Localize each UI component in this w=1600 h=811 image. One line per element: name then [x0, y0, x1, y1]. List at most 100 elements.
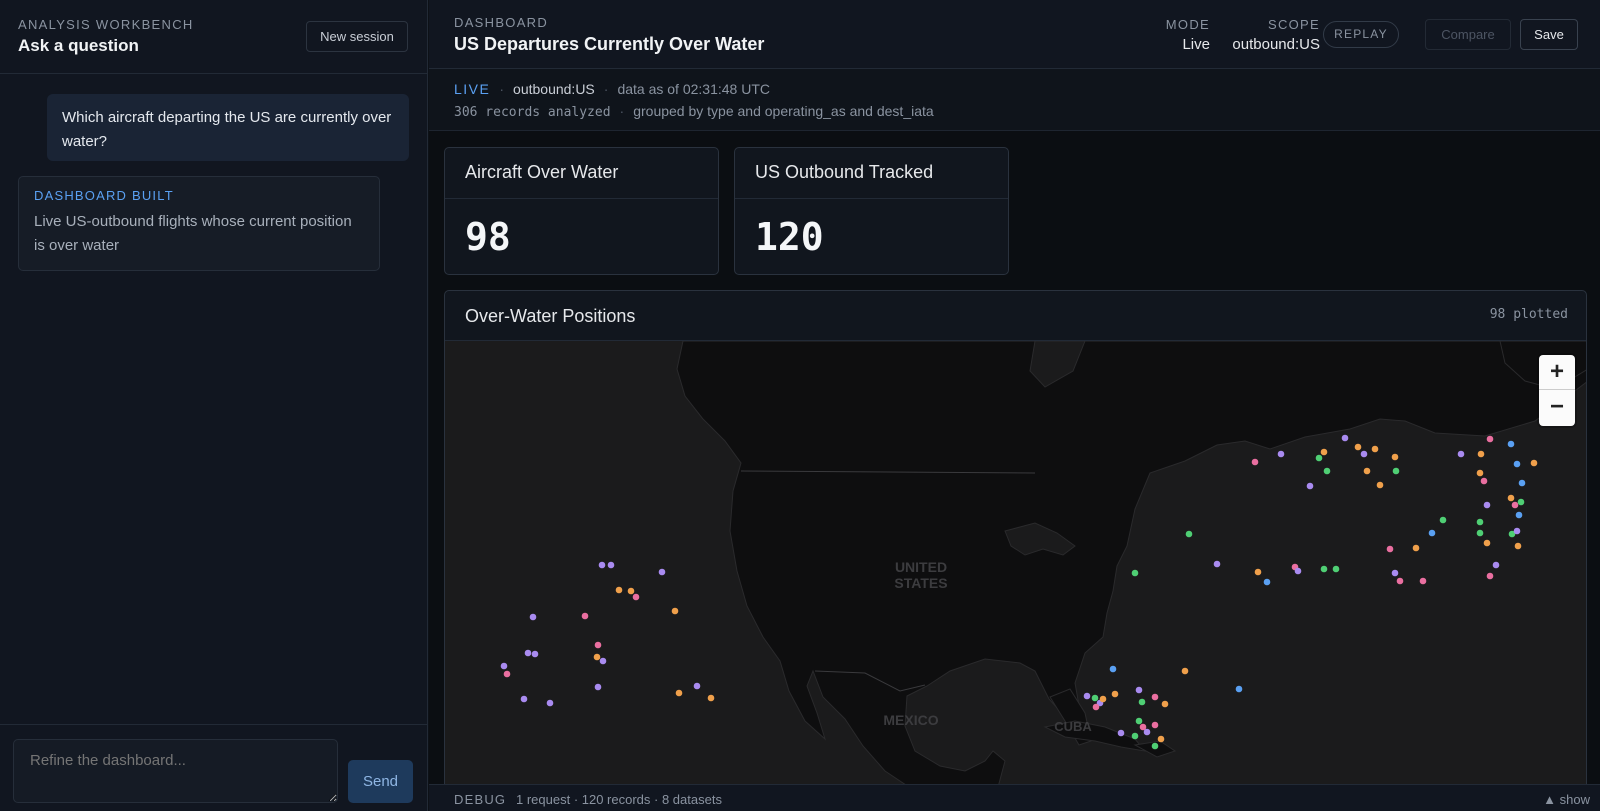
- aircraft-point[interactable]: [1151, 693, 1159, 701]
- aircraft-point[interactable]: [1354, 443, 1362, 451]
- aircraft-point[interactable]: [1315, 454, 1323, 462]
- aircraft-point[interactable]: [529, 613, 537, 621]
- aircraft-point[interactable]: [1320, 565, 1328, 573]
- aircraft-point[interactable]: [1391, 569, 1399, 577]
- aircraft-point[interactable]: [1151, 721, 1159, 729]
- aircraft-point[interactable]: [1492, 561, 1500, 569]
- aircraft-point[interactable]: [1151, 742, 1159, 750]
- aircraft-point[interactable]: [1235, 685, 1243, 693]
- aircraft-point[interactable]: [1517, 498, 1525, 506]
- aircraft-point[interactable]: [1213, 560, 1221, 568]
- aircraft-point[interactable]: [1371, 445, 1379, 453]
- aircraft-point[interactable]: [615, 586, 623, 594]
- aircraft-point[interactable]: [531, 650, 539, 658]
- aircraft-point[interactable]: [632, 593, 640, 601]
- aircraft-point[interactable]: [1320, 448, 1328, 456]
- aircraft-point[interactable]: [1138, 698, 1146, 706]
- new-session-button[interactable]: New session: [306, 21, 408, 52]
- aircraft-point[interactable]: [1143, 728, 1151, 736]
- aircraft-point[interactable]: [1513, 527, 1521, 535]
- aircraft-point[interactable]: [1386, 545, 1394, 553]
- aircraft-point[interactable]: [1392, 467, 1400, 475]
- aircraft-point[interactable]: [524, 649, 532, 657]
- refine-input[interactable]: [13, 739, 338, 803]
- aircraft-point[interactable]: [1483, 501, 1491, 509]
- aircraft-point[interactable]: [1181, 667, 1189, 675]
- aircraft-point[interactable]: [1251, 458, 1259, 466]
- aircraft-point[interactable]: [1332, 565, 1340, 573]
- save-button[interactable]: Save: [1520, 19, 1578, 50]
- aircraft-point[interactable]: [1083, 692, 1091, 700]
- aircraft-point[interactable]: [581, 612, 589, 620]
- aircraft-point[interactable]: [1419, 577, 1427, 585]
- aircraft-point[interactable]: [1131, 569, 1139, 577]
- aircraft-point[interactable]: [1135, 717, 1143, 725]
- zoom-in-button[interactable]: +: [1539, 355, 1575, 390]
- aircraft-point[interactable]: [1476, 529, 1484, 537]
- aircraft-point[interactable]: [658, 568, 666, 576]
- aircraft-point[interactable]: [1476, 518, 1484, 526]
- aircraft-point[interactable]: [1480, 477, 1488, 485]
- aircraft-point[interactable]: [520, 695, 528, 703]
- aircraft-point[interactable]: [598, 561, 606, 569]
- aircraft-point[interactable]: [1439, 516, 1447, 524]
- aircraft-point[interactable]: [1514, 542, 1522, 550]
- aircraft-point[interactable]: [1457, 450, 1465, 458]
- aircraft-point[interactable]: [1483, 539, 1491, 547]
- aircraft-point[interactable]: [594, 683, 602, 691]
- aircraft-point[interactable]: [1117, 729, 1125, 737]
- aircraft-point[interactable]: [1428, 529, 1436, 537]
- aircraft-point[interactable]: [1306, 482, 1314, 490]
- aircraft-point[interactable]: [671, 607, 679, 615]
- aircraft-point[interactable]: [627, 587, 635, 595]
- aircraft-point[interactable]: [1376, 481, 1384, 489]
- aircraft-point[interactable]: [1099, 695, 1107, 703]
- aircraft-point[interactable]: [1396, 577, 1404, 585]
- aircraft-point[interactable]: [1515, 511, 1523, 519]
- aircraft-point[interactable]: [675, 689, 683, 697]
- aircraft-point[interactable]: [503, 670, 511, 678]
- aircraft-point[interactable]: [1109, 665, 1117, 673]
- aircraft-point[interactable]: [1511, 501, 1519, 509]
- aircraft-point[interactable]: [1412, 544, 1420, 552]
- aircraft-point[interactable]: [1092, 703, 1100, 711]
- aircraft-point[interactable]: [1513, 460, 1521, 468]
- aircraft-point[interactable]: [1277, 450, 1285, 458]
- zoom-out-button[interactable]: −: [1539, 390, 1575, 425]
- aircraft-point[interactable]: [1360, 450, 1368, 458]
- aircraft-point[interactable]: [1518, 479, 1526, 487]
- aircraft-point[interactable]: [546, 699, 554, 707]
- aircraft-point[interactable]: [1323, 467, 1331, 475]
- replay-toggle[interactable]: REPLAY: [1323, 21, 1399, 48]
- aircraft-point[interactable]: [1135, 686, 1143, 694]
- aircraft-point[interactable]: [1185, 530, 1193, 538]
- aircraft-point[interactable]: [1391, 453, 1399, 461]
- aircraft-point[interactable]: [1363, 467, 1371, 475]
- map-canvas[interactable]: UNITED STATES MEXICO CUBA + −: [445, 340, 1586, 789]
- aircraft-point[interactable]: [1157, 735, 1165, 743]
- compare-button[interactable]: Compare: [1425, 19, 1511, 50]
- aircraft-point[interactable]: [500, 662, 508, 670]
- aircraft-point[interactable]: [593, 653, 601, 661]
- aircraft-point[interactable]: [594, 641, 602, 649]
- aircraft-point[interactable]: [1507, 494, 1515, 502]
- aircraft-point[interactable]: [693, 682, 701, 690]
- dashboard-built-card[interactable]: DASHBOARD BUILT Live US-outbound flights…: [18, 176, 380, 271]
- send-button[interactable]: Send: [348, 760, 413, 803]
- aircraft-point[interactable]: [1254, 568, 1262, 576]
- aircraft-point[interactable]: [1131, 732, 1139, 740]
- aircraft-point[interactable]: [1477, 450, 1485, 458]
- aircraft-point[interactable]: [1486, 572, 1494, 580]
- aircraft-point[interactable]: [1294, 567, 1302, 575]
- aircraft-point[interactable]: [599, 657, 607, 665]
- aircraft-point[interactable]: [1161, 700, 1169, 708]
- aircraft-point[interactable]: [1530, 459, 1538, 467]
- aircraft-point[interactable]: [1486, 435, 1494, 443]
- aircraft-point[interactable]: [1263, 578, 1271, 586]
- debug-show-toggle[interactable]: ▲ show: [1543, 792, 1590, 807]
- aircraft-point[interactable]: [607, 561, 615, 569]
- aircraft-point[interactable]: [1476, 469, 1484, 477]
- aircraft-point[interactable]: [707, 694, 715, 702]
- aircraft-point[interactable]: [1507, 440, 1515, 448]
- aircraft-point[interactable]: [1091, 694, 1099, 702]
